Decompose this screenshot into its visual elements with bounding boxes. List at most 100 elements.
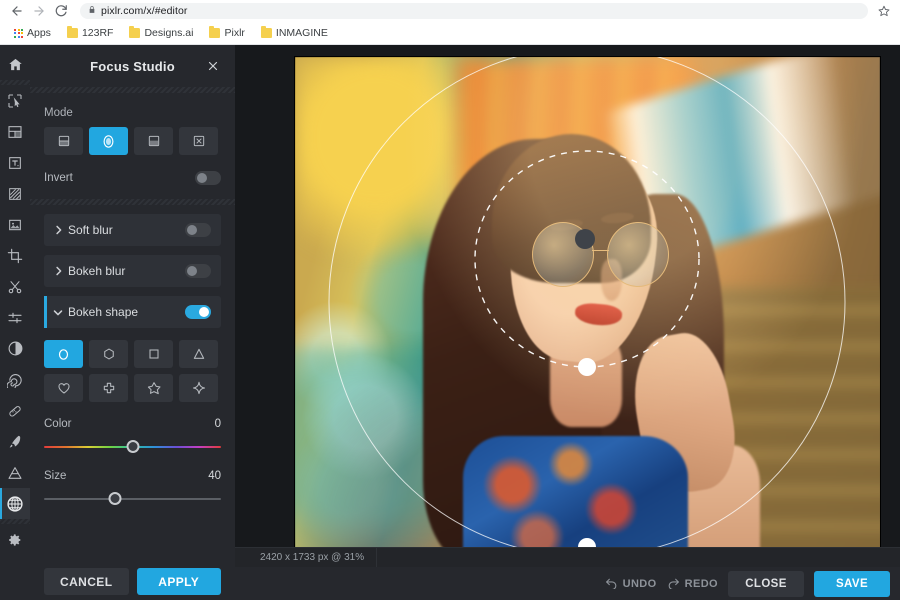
crop-marquee-icon[interactable] <box>0 116 30 147</box>
folder-icon <box>260 26 272 38</box>
shape-hexagon-icon[interactable] <box>89 340 128 368</box>
cancel-button[interactable]: CANCEL <box>44 568 129 595</box>
canvas-stage[interactable] <box>235 45 900 600</box>
shape-circle-icon[interactable] <box>44 340 83 368</box>
panel-footer: CANCEL APPLY <box>30 568 235 600</box>
focus-studio-globe-icon[interactable] <box>0 488 30 519</box>
folder-icon <box>129 26 141 38</box>
close-button[interactable]: CLOSE <box>728 570 804 597</box>
size-label: Size <box>44 470 67 482</box>
focus-outer-ellipse <box>328 57 846 557</box>
image-canvas[interactable] <box>295 57 880 557</box>
focus-radial-overlay[interactable] <box>295 57 880 557</box>
crop-icon[interactable] <box>0 240 30 271</box>
size-slider-track <box>44 498 221 500</box>
mode-label: Mode <box>44 107 73 119</box>
shape-cross-icon[interactable] <box>89 374 128 402</box>
folder-icon <box>66 26 78 38</box>
bokeh-shape-toggle[interactable] <box>185 305 211 319</box>
address-bar[interactable]: pixlr.com/x/#editor <box>80 3 868 19</box>
size-value: 40 <box>208 470 221 482</box>
bookmark-label: Designs.ai <box>144 27 194 39</box>
arrange-select-icon[interactable] <box>0 85 30 116</box>
bookmark-apps[interactable]: Apps <box>8 25 57 41</box>
adjust-sliders-icon[interactable] <box>0 302 30 333</box>
bookmark-pixlr[interactable]: Pixlr <box>203 25 250 41</box>
settings-gear-icon[interactable] <box>0 524 30 555</box>
panel-header: Focus Studio <box>30 45 235 87</box>
soft-blur-toggle[interactable] <box>185 223 211 237</box>
section-label: Soft blur <box>68 223 113 237</box>
apply-button[interactable]: APPLY <box>136 568 221 595</box>
status-dimensions: 2420 x 1733 px @ 31% <box>235 548 378 567</box>
color-slider-block: Color 0 <box>44 418 221 454</box>
section-bokeh-shape[interactable]: Bokeh shape <box>44 296 221 328</box>
mode-mirror-icon[interactable] <box>134 127 173 155</box>
status-spacer <box>377 548 900 567</box>
size-slider-block: Size 40 <box>44 470 221 506</box>
bookmark-123rf[interactable]: 123RF <box>61 25 120 41</box>
reload-icon[interactable] <box>50 0 72 22</box>
size-slider[interactable] <box>44 492 221 506</box>
apps-grid-icon <box>14 28 23 38</box>
color-label: Color <box>44 418 72 430</box>
shape-triangle-icon[interactable] <box>0 457 30 488</box>
section-soft-blur[interactable]: Soft blur <box>44 214 221 246</box>
invert-row: Invert <box>44 171 221 185</box>
home-icon[interactable] <box>0 49 30 80</box>
mode-radial-icon[interactable] <box>89 127 128 155</box>
invert-toggle[interactable] <box>195 171 221 185</box>
lock-icon <box>88 5 96 17</box>
focus-studio-panel: Focus Studio Mode Invert Soft blur Bokeh… <box>30 45 235 600</box>
save-button[interactable]: SAVE <box>814 570 890 597</box>
liquify-swirl-icon[interactable] <box>0 364 30 395</box>
bookmark-inmagine[interactable]: INMAGINE <box>255 25 334 41</box>
size-slider-knob[interactable] <box>108 492 122 505</box>
back-icon[interactable] <box>6 0 28 22</box>
undo-button[interactable]: UNDO <box>605 576 657 592</box>
folder-icon <box>209 26 221 38</box>
color-value: 0 <box>214 418 221 430</box>
forward-icon[interactable] <box>28 0 50 22</box>
focus-handle-inner <box>578 358 596 376</box>
contrast-icon[interactable] <box>0 333 30 364</box>
pattern-fill-icon[interactable] <box>0 178 30 209</box>
shape-triangle-icon[interactable] <box>179 340 218 368</box>
panel-section-divider <box>30 199 235 205</box>
redo-label: REDO <box>684 577 718 590</box>
bookmark-label: 123RF <box>81 27 114 39</box>
browser-toolbar: pixlr.com/x/#editor <box>0 0 900 22</box>
color-slider-header: Color 0 <box>44 418 221 430</box>
chevron-right-icon <box>52 266 64 276</box>
bookmark-label: Pixlr <box>224 27 245 39</box>
cut-scissors-icon[interactable] <box>0 271 30 302</box>
bookmark-designsai[interactable]: Designs.ai <box>123 25 199 41</box>
section-label: Bokeh shape <box>68 305 139 319</box>
undo-label: UNDO <box>622 577 657 590</box>
bokeh-blur-toggle[interactable] <box>185 264 211 278</box>
bookmark-label: Apps <box>27 27 51 39</box>
section-bokeh-blur[interactable]: Bokeh blur <box>44 255 221 287</box>
panel-title: Focus Studio <box>90 58 175 74</box>
redo-arrow-icon <box>667 576 680 592</box>
color-slider-knob[interactable] <box>126 440 139 453</box>
text-icon[interactable] <box>0 147 30 178</box>
redo-button[interactable]: REDO <box>667 576 718 592</box>
close-x-icon[interactable] <box>205 58 221 74</box>
mode-none-icon[interactable] <box>179 127 218 155</box>
url-text: pixlr.com/x/#editor <box>101 5 188 17</box>
image-icon[interactable] <box>0 209 30 240</box>
heal-icon[interactable] <box>0 395 30 426</box>
left-toolbar <box>0 45 30 600</box>
mode-linear-icon[interactable] <box>44 127 83 155</box>
star-icon[interactable] <box>874 1 894 21</box>
focus-handle-center <box>575 229 595 249</box>
shape-heart-icon[interactable] <box>44 374 83 402</box>
shape-square-icon[interactable] <box>134 340 173 368</box>
editor-root: Focus Studio Mode Invert Soft blur Bokeh… <box>0 45 900 600</box>
shape-star-icon[interactable] <box>134 374 173 402</box>
section-label: Bokeh blur <box>68 264 126 278</box>
paintbrush-icon[interactable] <box>0 426 30 457</box>
color-slider[interactable] <box>44 440 221 454</box>
shape-sparkle-icon[interactable] <box>179 374 218 402</box>
